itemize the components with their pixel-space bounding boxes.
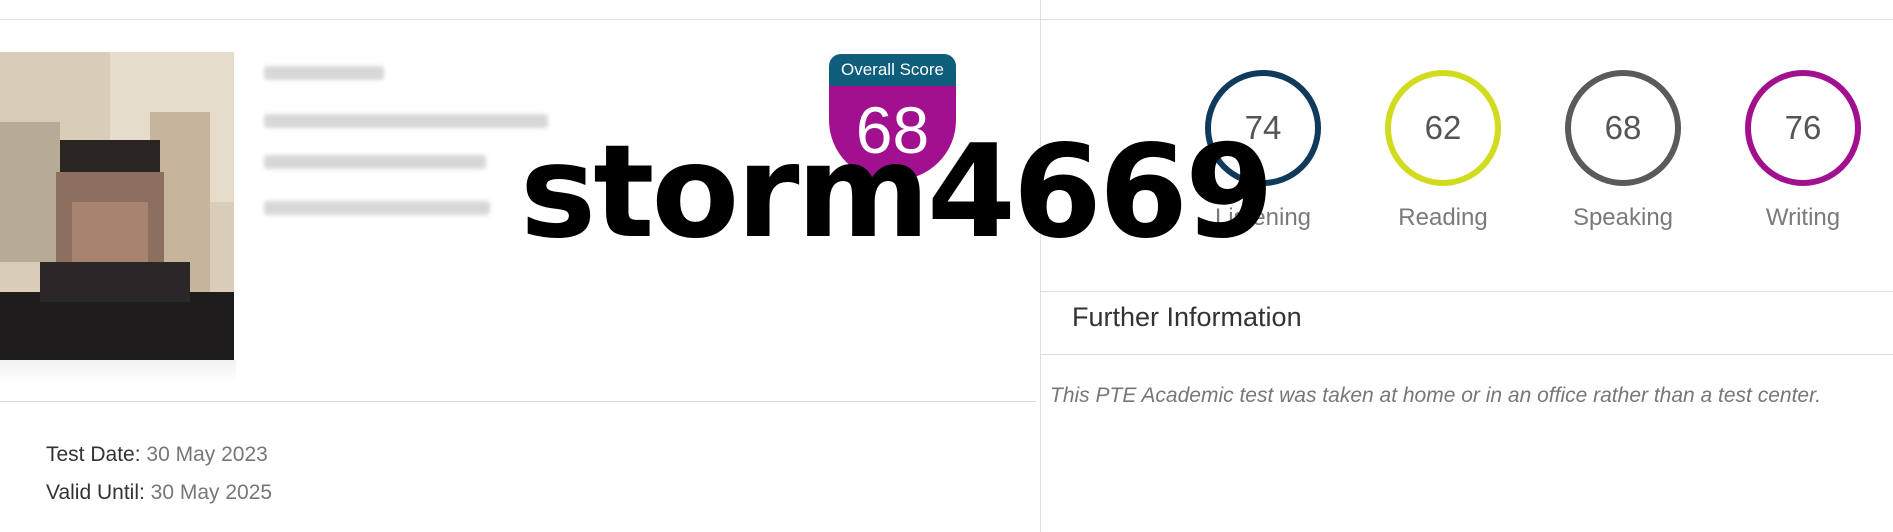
valid-until-label: Valid Until: bbox=[46, 481, 145, 504]
skill-writing: 76 Writing bbox=[1738, 70, 1878, 250]
skill-label: Speaking bbox=[1572, 204, 1674, 231]
candidate-detail-redacted bbox=[264, 114, 548, 128]
skill-reading: 62 Reading bbox=[1378, 70, 1518, 250]
further-info-title: Further Information bbox=[1072, 302, 1302, 332]
skill-score-ring: 76 bbox=[1745, 70, 1861, 186]
skill-score-ring: 68 bbox=[1565, 70, 1681, 186]
left-panel-divider bbox=[0, 401, 1036, 402]
valid-until-row: Valid Until: 30 May 2025 bbox=[46, 481, 272, 505]
valid-until-value: 30 May 2025 bbox=[150, 481, 273, 504]
photo-shadow bbox=[0, 360, 236, 384]
candidate-detail-redacted bbox=[264, 155, 486, 169]
further-info-bottom-divider bbox=[1040, 354, 1893, 355]
skill-speaking: 68 Speaking bbox=[1558, 70, 1698, 250]
skill-label: Reading bbox=[1398, 204, 1488, 231]
further-info-top-divider bbox=[1040, 291, 1893, 292]
candidate-name-redacted bbox=[264, 66, 384, 80]
further-info-note: This PTE Academic test was taken at home… bbox=[1050, 384, 1822, 407]
overall-score-label: Overall Score bbox=[829, 54, 956, 86]
candidate-photo bbox=[0, 52, 234, 366]
skill-label: Writing bbox=[1765, 204, 1841, 231]
top-divider bbox=[0, 19, 1893, 20]
test-date-label: Test Date: bbox=[46, 443, 141, 466]
watermark-text: storm4669 bbox=[520, 118, 1274, 267]
test-date-row: Test Date: 30 May 2023 bbox=[46, 443, 268, 467]
test-date-value: 30 May 2023 bbox=[146, 443, 268, 466]
skill-score-ring: 62 bbox=[1385, 70, 1501, 186]
candidate-detail-redacted bbox=[264, 201, 490, 215]
